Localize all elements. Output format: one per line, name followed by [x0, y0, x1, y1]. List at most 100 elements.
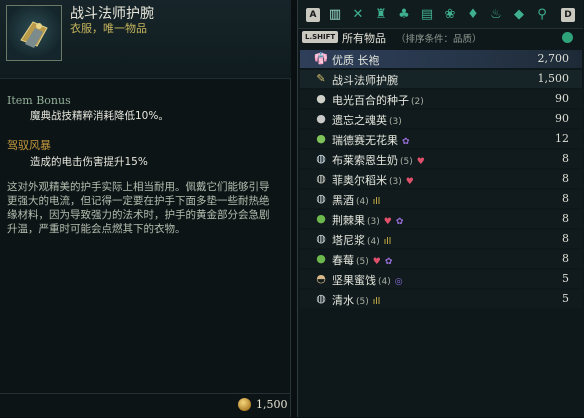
- item-quantity: (2): [411, 97, 424, 107]
- fire-badge-icon: ıll: [372, 197, 381, 207]
- item-name-text: 塔尼浆: [332, 234, 365, 247]
- sort-toggle-icon[interactable]: [562, 32, 573, 43]
- inventory-row[interactable]: ● 电光百合的种子 (2) 90: [300, 90, 582, 108]
- item-quantity: (5): [356, 297, 369, 307]
- item-value: 12: [555, 132, 569, 145]
- inventory-row[interactable]: ✎ 战斗法师护腕 1,500: [300, 70, 582, 88]
- inventory-row[interactable]: ◍ 塔尼浆 (4) ıll 8: [300, 230, 582, 248]
- inventory-row[interactable]: ◍ 布莱索恩生奶 (5) ♥ 8: [300, 150, 582, 168]
- item-name-text: 遗忘之魂英: [332, 114, 387, 127]
- item-tooltip-panel: 战斗法师护腕 衣服，唯一物品 Item Bonus 魔典战技精粹消耗降低10%。…: [0, 0, 291, 417]
- tab-keys-icon[interactable]: ⚲: [533, 6, 551, 24]
- robe-icon: 👘: [314, 52, 328, 65]
- item-name-text: 黑酒: [332, 194, 354, 207]
- heart-badge-icon: ♥: [405, 177, 414, 187]
- fig-icon: ●: [316, 132, 326, 145]
- item-quantity: (3): [389, 117, 402, 127]
- item-name: 坚果蜜饯 (4) ◎: [332, 272, 403, 288]
- item-value: 8: [562, 212, 569, 225]
- item-value: 1,500: [537, 72, 570, 85]
- tab-lamps-icon[interactable]: ♨: [487, 6, 505, 24]
- item-name: 优质 长袍: [332, 52, 380, 68]
- tab-weapons-icon[interactable]: ✕: [349, 6, 367, 24]
- item-name: 塔尼浆 (4) ıll: [332, 232, 391, 248]
- tab-grimoire-icon[interactable]: ▤: [418, 6, 436, 24]
- inventory-row[interactable]: 👘 优质 长袍 2,700: [300, 50, 582, 68]
- item-name: 瑞德赛无花果 ✿: [332, 132, 410, 148]
- gift-badge-icon: ✿: [395, 217, 404, 227]
- item-value: 5: [562, 292, 569, 305]
- item-quantity: (5): [400, 157, 413, 167]
- key-hint-left: A: [306, 8, 320, 22]
- item-name: 战斗法师护腕: [332, 72, 398, 88]
- key-hint-shift: L.SHIFT: [302, 31, 339, 43]
- bracers-icon: [6, 5, 62, 61]
- inventory-row[interactable]: ● 瑞德赛无花果 ✿ 12: [300, 130, 582, 148]
- candied-nuts-icon: ◓: [316, 272, 326, 285]
- item-name-text: 布莱索恩生奶: [332, 154, 398, 167]
- coin-icon: [238, 398, 251, 411]
- milk-icon: ◍: [316, 152, 326, 165]
- sort-label[interactable]: （排序条件：品质）: [396, 31, 482, 45]
- item-name: 荆棘果 (3) ♥ ✿: [332, 212, 403, 228]
- ability-text: 造成的电击伤害提升15%: [30, 156, 148, 168]
- item-description: 这对外观精美的护手实际上相当耐用。佩戴它们能够引导更强大的电流，但记得一定要在护…: [7, 181, 270, 235]
- item-bonus-heading: Item Bonus: [7, 94, 71, 107]
- item-quantity: (3): [389, 177, 402, 187]
- key-hint-right: D: [561, 8, 575, 22]
- dark-wine-icon: ◍: [316, 192, 326, 205]
- bracers-icon: ✎: [316, 72, 326, 85]
- item-price: 1,500: [256, 398, 288, 411]
- tooltip-header: 战斗法师护腕 衣服，唯一物品: [0, 0, 291, 79]
- magic-badge-icon: ◎: [394, 277, 403, 287]
- gift-badge-icon: ✿: [402, 137, 410, 147]
- tab-gems-icon[interactable]: ◆: [510, 6, 528, 24]
- item-name-text: 电光百合的种子: [332, 94, 409, 107]
- rice-icon: ◍: [316, 172, 326, 185]
- heart-badge-icon: ♥: [383, 217, 392, 227]
- inventory-row[interactable]: ◓ 坚果蜜饯 (4) ◎ 5: [300, 270, 582, 288]
- item-value: 8: [562, 192, 569, 205]
- item-name-text: 菲奥尔稻米: [332, 174, 387, 187]
- spring-berry-icon: ●: [316, 252, 326, 265]
- inventory-list: 👘 优质 长袍 2,700 ✎ 战斗法师护腕 1,500 ● 电光百合的种子 (2) 90 ● 遗忘之…: [300, 50, 582, 310]
- item-quantity: (4): [367, 237, 380, 247]
- item-quantity: (5): [356, 257, 369, 267]
- fire-badge-icon: ıll: [383, 237, 392, 247]
- category-label: 所有物品: [342, 32, 386, 45]
- item-bonus-text: 魔典战技精粹消耗降低10%。: [30, 110, 169, 122]
- item-name-text: 清水: [332, 294, 354, 307]
- item-quantity: (3): [367, 217, 380, 227]
- inventory-row[interactable]: ● 春莓 (5) ♥ ✿ 8: [300, 250, 582, 268]
- item-name-text: 坚果蜜饯: [332, 274, 376, 287]
- tab-all-items-icon[interactable]: ▥: [326, 6, 344, 24]
- tab-gifts-icon[interactable]: ♦: [464, 6, 482, 24]
- item-value: 8: [562, 252, 569, 265]
- inventory-row[interactable]: ● 荆棘果 (3) ♥ ✿ 8: [300, 210, 582, 228]
- filter-bar: L.SHIFT 所有物品 （排序条件：品质）: [298, 28, 583, 46]
- item-name-text: 春莓: [332, 254, 354, 267]
- item-name-text: 优质 长袍: [332, 54, 380, 67]
- tab-accessories-icon[interactable]: ♣: [395, 6, 413, 24]
- item-name: 清水 (5) ıll: [332, 292, 380, 308]
- item-subtitle: 衣服，唯一物品: [70, 22, 147, 35]
- tab-ingredients-icon[interactable]: ❀: [441, 6, 459, 24]
- item-name-text: 荆棘果: [332, 214, 365, 227]
- heart-badge-icon: ♥: [416, 157, 425, 167]
- inventory-row[interactable]: ◍ 清水 (5) ıll 5: [300, 290, 582, 308]
- inventory-row[interactable]: ◍ 黑酒 (4) ıll 8: [300, 190, 582, 208]
- ability-heading: 驾驭风暴: [7, 139, 51, 152]
- item-value: 8: [562, 152, 569, 165]
- item-name: 电光百合的种子 (2): [332, 92, 424, 108]
- tab-armor-icon[interactable]: ♜: [372, 6, 390, 24]
- water-icon: ◍: [316, 292, 326, 305]
- seed-icon: ●: [316, 92, 326, 105]
- item-name: 菲奥尔稻米 (3) ♥: [332, 172, 414, 188]
- item-value: 2,700: [537, 52, 570, 65]
- item-name-text: 瑞德赛无花果: [332, 134, 398, 147]
- inventory-row[interactable]: ◍ 菲奥尔稻米 (3) ♥ 8: [300, 170, 582, 188]
- item-name: 布莱索恩生奶 (5) ♥: [332, 152, 425, 168]
- item-value: 8: [562, 172, 569, 185]
- item-name-text: 战斗法师护腕: [332, 74, 398, 87]
- inventory-row[interactable]: ● 遗忘之魂英 (3) 90: [300, 110, 582, 128]
